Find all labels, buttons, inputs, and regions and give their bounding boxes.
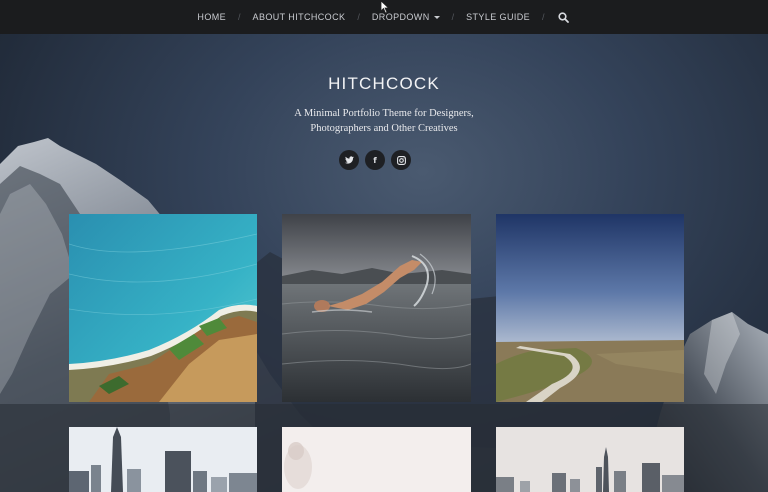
nav-separator: /: [542, 12, 545, 22]
city-skyline-image: [496, 427, 684, 492]
coastline-image: [69, 214, 257, 402]
search-button[interactable]: [557, 10, 571, 24]
road-image: [496, 214, 684, 402]
nav-style-guide[interactable]: STYLE GUIDE: [466, 12, 530, 22]
site-description-line: Photographers and Other Creatives: [310, 123, 458, 134]
facebook-button[interactable]: f: [365, 150, 385, 170]
swimmer-image: [282, 214, 471, 402]
nav-about[interactable]: ABOUT HITCHCOCK: [253, 12, 346, 22]
instagram-button[interactable]: [391, 150, 411, 170]
nav-separator: /: [238, 12, 241, 22]
portfolio-item-road[interactable]: [496, 214, 684, 402]
social-links: f: [339, 150, 411, 170]
twitter-icon: [344, 156, 354, 164]
site-description: A Minimal Portfolio Theme for Designers,…: [0, 106, 768, 136]
search-icon: [558, 11, 569, 23]
site-description-line: A Minimal Portfolio Theme for Designers,: [294, 108, 474, 119]
hero-section: HITCHCOCK A Minimal Portfolio Theme for …: [0, 34, 768, 492]
facebook-icon: f: [373, 155, 377, 165]
city-towers-image: [69, 427, 257, 492]
mouse-cursor-icon: [380, 0, 390, 14]
site-title[interactable]: HITCHCOCK: [0, 74, 768, 94]
hazy-figure-image: [282, 427, 471, 492]
portfolio-item-swimmer[interactable]: [282, 214, 471, 402]
portfolio-item-city-skyline[interactable]: [496, 427, 684, 492]
instagram-icon: [396, 155, 406, 165]
portfolio-item-coastline[interactable]: [69, 214, 257, 402]
portfolio-item-city-towers[interactable]: [69, 427, 257, 492]
twitter-button[interactable]: [339, 150, 359, 170]
portfolio-item-hazy-figure[interactable]: [282, 427, 471, 492]
nav-separator: /: [357, 12, 360, 22]
nav-home[interactable]: HOME: [197, 12, 226, 22]
nav-separator: /: [451, 12, 455, 22]
caret-down-icon: [433, 16, 440, 20]
